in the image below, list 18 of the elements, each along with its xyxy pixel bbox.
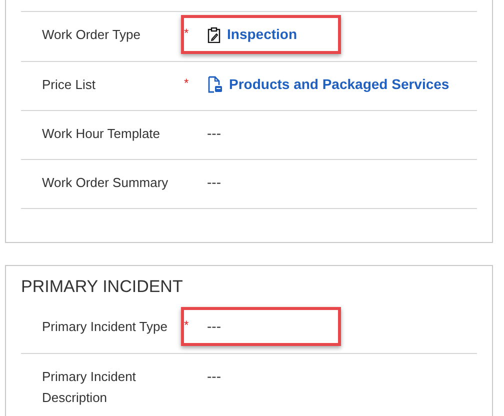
field-value: ---: [207, 367, 221, 386]
field-value: ---: [207, 124, 221, 143]
field-value: ---: [207, 173, 221, 192]
required-asterisk: *: [184, 318, 189, 332]
required-asterisk: *: [184, 76, 189, 90]
field-label: Work Hour Template: [42, 125, 162, 143]
lookup-link[interactable]: Products and Packaged Services: [229, 74, 450, 95]
section-title: PRIMARY INCIDENT: [21, 276, 184, 298]
field-label: Price List: [42, 76, 96, 94]
field-label: Work Order Summary: [42, 174, 170, 192]
required-asterisk: *: [184, 26, 189, 40]
document-icon: [207, 76, 223, 93]
lookup-link[interactable]: Inspection: [227, 24, 298, 45]
field-label: Work Order Type: [42, 26, 142, 44]
clipboard-icon: [207, 26, 221, 42]
field-label: Primary Incident Description: [42, 368, 137, 407]
field-value: ---: [207, 317, 221, 336]
field-label: Primary Incident Type: [42, 318, 168, 336]
